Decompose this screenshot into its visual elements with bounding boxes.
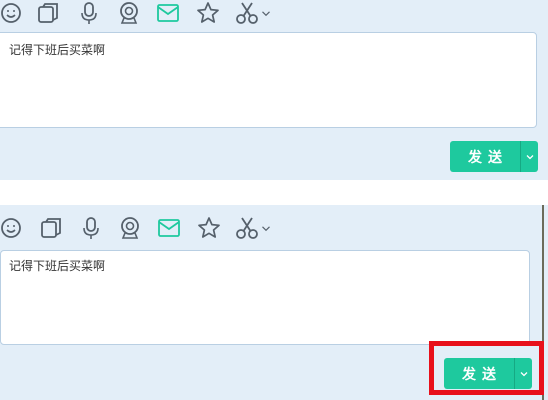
smiley-icon[interactable] bbox=[0, 0, 26, 26]
star-icon[interactable] bbox=[196, 215, 222, 241]
scissors-icon[interactable] bbox=[234, 0, 260, 26]
chevron-down-icon bbox=[526, 154, 533, 159]
star-icon[interactable] bbox=[195, 0, 221, 26]
send-button[interactable]: 发送 bbox=[444, 358, 514, 389]
scissors-icon[interactable] bbox=[234, 215, 260, 241]
send-options-dropdown[interactable] bbox=[521, 141, 538, 172]
window-icon[interactable] bbox=[38, 215, 64, 241]
microphone-icon[interactable] bbox=[78, 215, 104, 241]
smiley-icon[interactable] bbox=[0, 215, 26, 241]
window-edge bbox=[542, 205, 544, 400]
chevron-down-icon bbox=[520, 371, 527, 376]
send-button-label: 发送 bbox=[462, 366, 502, 383]
message-text: 记得下班后买菜啊 bbox=[9, 43, 106, 57]
chat-input-panel-bottom: 记得下班后买菜啊 发送 bbox=[0, 205, 548, 400]
send-button-group: 发送 bbox=[450, 141, 538, 172]
microphone-icon[interactable] bbox=[76, 0, 102, 26]
webcam-icon[interactable] bbox=[117, 215, 143, 241]
webcam-icon[interactable] bbox=[116, 0, 142, 26]
toolbar-top bbox=[0, 0, 300, 28]
send-button-group: 发送 bbox=[444, 358, 532, 389]
window-icon[interactable] bbox=[35, 0, 61, 26]
chevron-down-icon[interactable] bbox=[258, 215, 274, 241]
send-button[interactable]: 发送 bbox=[450, 141, 520, 172]
send-button-label: 发送 bbox=[468, 149, 508, 166]
chevron-down-icon[interactable] bbox=[258, 0, 274, 26]
message-input[interactable]: 记得下班后买菜啊 bbox=[0, 250, 530, 345]
mail-icon[interactable] bbox=[155, 0, 181, 26]
message-text: 记得下班后买菜啊 bbox=[9, 259, 106, 273]
toolbar-bottom bbox=[0, 215, 300, 243]
send-options-dropdown[interactable] bbox=[515, 358, 532, 389]
mail-icon[interactable] bbox=[156, 215, 182, 241]
message-input[interactable]: 记得下班后买菜啊 bbox=[0, 32, 537, 128]
chat-input-panel-top: 记得下班后买菜啊 发送 bbox=[0, 0, 548, 180]
